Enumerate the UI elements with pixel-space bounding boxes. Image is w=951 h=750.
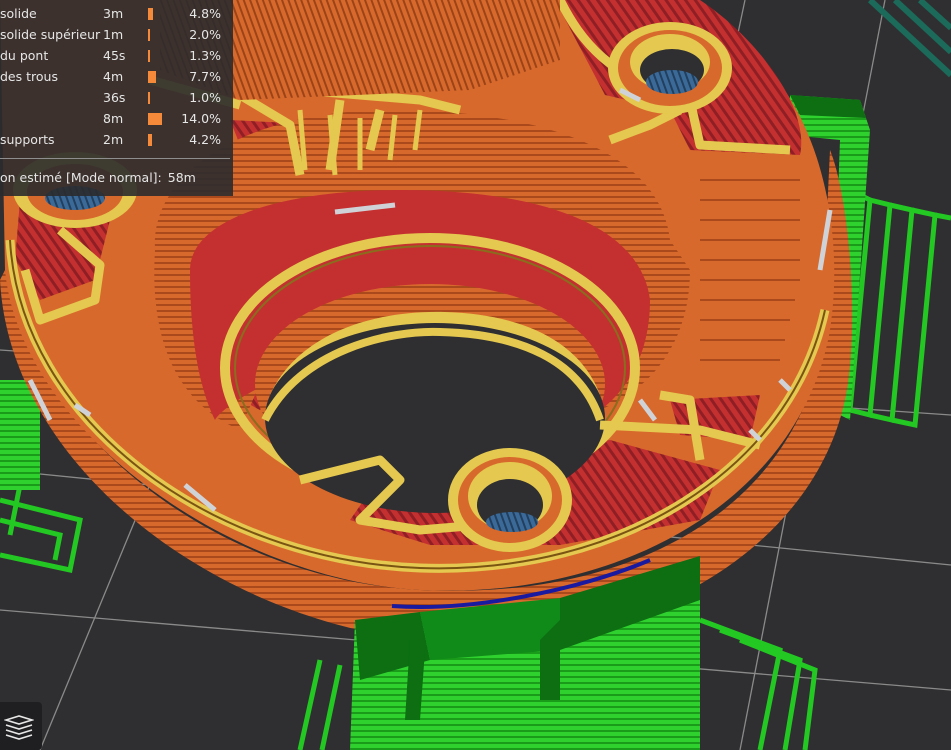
legend-feature-name: supports [0,132,55,147]
layers-button[interactable] [0,702,42,750]
hole-top-right [608,22,732,114]
legend-feature-bar [148,71,156,83]
legend-feature-bar [148,134,152,146]
legend-feature-time: 2m [103,132,124,147]
legend-feature-bar [148,29,150,41]
support-skirt-left [0,477,83,573]
legend-row: 36s 1.0% [0,88,233,108]
legend-feature-percent: 4.2% [189,132,221,147]
legend-row: supports 2m 4.2% [0,130,233,150]
legend-feature-percent: 4.8% [189,6,221,21]
legend-feature-time: 3m [103,6,124,21]
legend-row: solide supérieur 1m 2.0% [0,25,233,45]
legend-feature-bar [148,113,162,125]
legend-feature-percent: 1.0% [189,90,221,105]
legend-feature-time: 1m [103,27,124,42]
legend-feature-percent: 1.3% [189,48,221,63]
legend-feature-time: 8m [103,111,124,126]
legend-separator [0,158,230,159]
support-skirt-top [867,0,951,78]
legend-feature-name: solide supérieur [0,27,101,42]
legend-feature-bar [148,92,150,104]
layers-icon [4,715,34,740]
legend-feature-percent: 2.0% [189,27,221,42]
legend-feature-name: du pont [0,48,49,63]
legend-row: 8m 14.0% [0,109,233,129]
legend-feature-percent: 14.0% [181,111,221,126]
legend-feature-time: 36s [103,90,126,105]
legend-feature-bar [148,8,153,20]
estimated-time-label: on estimé [Mode normal]: [0,170,162,185]
feature-type-legend: solide 3m 4.8% solide supérieur 1m 2.0% … [0,0,233,196]
legend-feature-time: 45s [103,48,126,63]
estimated-time-row: on estimé [Mode normal]: 58m [0,170,196,185]
estimated-time-value: 58m [167,170,196,185]
legend-feature-percent: 7.7% [189,69,221,84]
legend-feature-name: des trous [0,69,58,84]
legend-row: solide 3m 4.8% [0,4,233,24]
legend-row: des trous 4m 7.7% [0,67,233,87]
legend-feature-bar [148,50,150,62]
legend-row: du pont 45s 1.3% [0,46,233,66]
legend-feature-name: solide [0,6,37,21]
legend-feature-time: 4m [103,69,124,84]
hole-bottom [448,448,572,552]
